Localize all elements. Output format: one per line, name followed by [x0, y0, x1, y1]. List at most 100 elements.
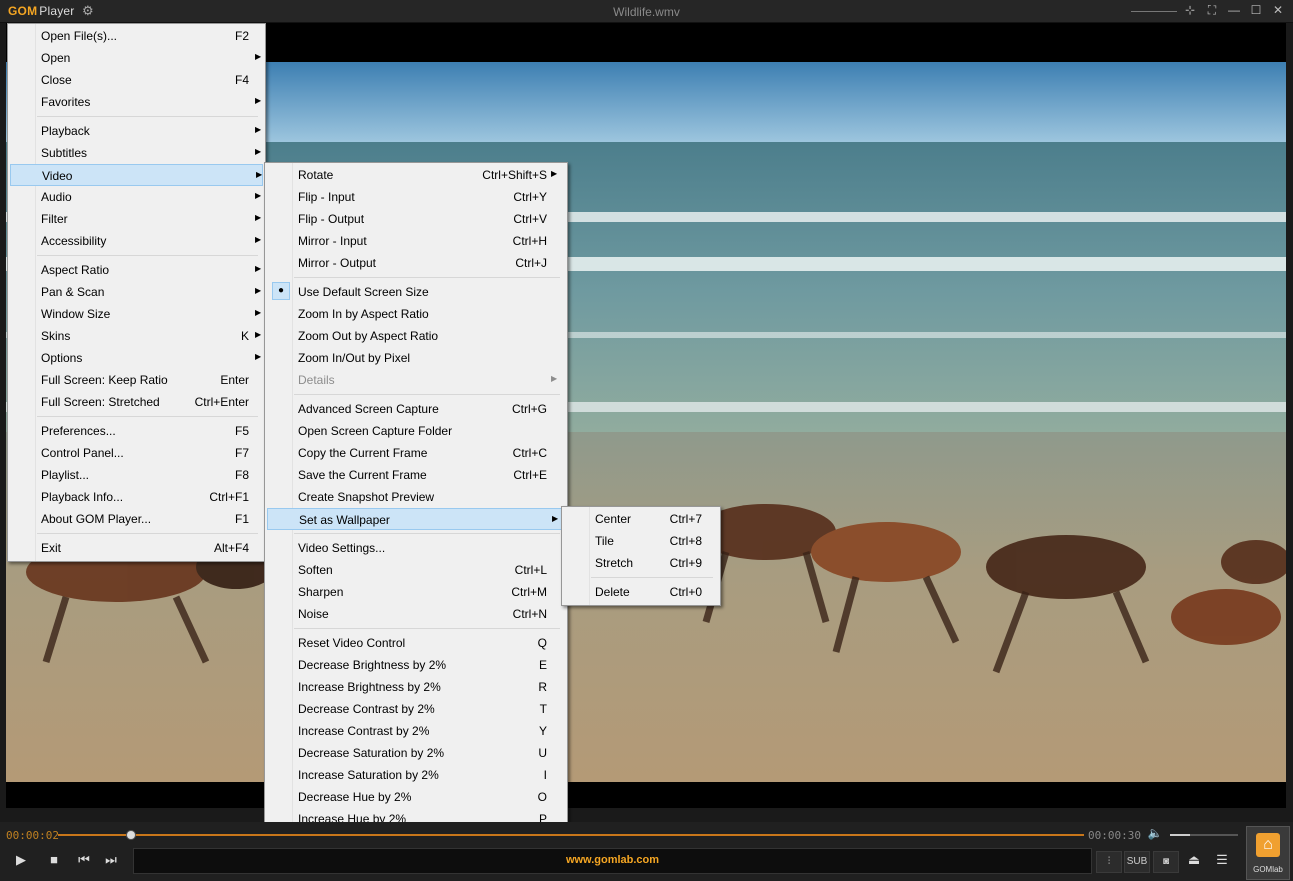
main-menu-item-shortcut: F2 — [234, 29, 249, 43]
video-menu-item-label: Increase Saturation by 2% — [298, 768, 439, 782]
main-menu-item-shortcut: Alt+F4 — [213, 541, 249, 555]
video-menu-item-increase-contrast-by-2[interactable]: Increase Contrast by 2% Y — [267, 720, 565, 742]
control-bar: 00:00:02 00:00:30 🔈 ▶ ■ ⏮ ⏭ www.gomlab.c… — [0, 822, 1293, 881]
main-menu-item-control-panel[interactable]: Control Panel... F7 — [10, 442, 263, 464]
video-menu-item-shortcut: Ctrl+L — [514, 563, 547, 577]
video-menu-item-open-screen-capture-folder[interactable]: Open Screen Capture Folder — [267, 420, 565, 442]
main-menu-item-playlist[interactable]: Playlist... F8 — [10, 464, 263, 486]
main-menu-item-label: Video — [42, 169, 73, 183]
main-menu-item-window-size[interactable]: Window Size ▶ — [10, 303, 263, 325]
chevron-right-icon: ▶ — [551, 374, 558, 383]
menu-icon[interactable]: ☰ — [1212, 852, 1232, 868]
video-menu-item-use-default-screen-size[interactable]: ● Use Default Screen Size — [267, 281, 565, 303]
main-menu-item-open[interactable]: Open ▶ — [10, 47, 263, 69]
seek-handle[interactable] — [126, 830, 136, 840]
video-menu-item-mirror-output[interactable]: Mirror - Output Ctrl+J — [267, 252, 565, 274]
opacity-slider[interactable] — [1131, 11, 1177, 12]
video-menu-item-rotate[interactable]: Rotate Ctrl+Shift+S ▶ — [267, 164, 565, 186]
main-menu-item-audio[interactable]: Audio ▶ — [10, 186, 263, 208]
menu-separator — [294, 533, 560, 534]
main-menu-item-subtitles[interactable]: Subtitles ▶ — [10, 142, 263, 164]
video-menu-item-sharpen[interactable]: Sharpen Ctrl+M — [267, 581, 565, 603]
equalizer-icon[interactable]: ⫶ — [1096, 851, 1122, 873]
main-menu-item-shortcut: F8 — [234, 468, 249, 482]
video-menu-item-video-settings[interactable]: Video Settings... — [267, 537, 565, 559]
camera-icon[interactable]: ◙ — [1153, 851, 1179, 873]
main-menu-item-playback-info[interactable]: Playback Info... Ctrl+F1 — [10, 486, 263, 508]
gomlab-button[interactable]: ⌂ GOMlab — [1246, 826, 1290, 880]
video-menu-item-advanced-screen-capture[interactable]: Advanced Screen Capture Ctrl+G — [267, 398, 565, 420]
main-menu-item-shortcut: F1 — [234, 512, 249, 526]
menu-separator — [591, 577, 713, 578]
main-menu-item-pan-scan[interactable]: Pan & Scan ▶ — [10, 281, 263, 303]
menu-separator — [37, 255, 258, 256]
stop-button[interactable]: ■ — [44, 852, 64, 867]
video-menu-item-set-as-wallpaper[interactable]: Set as Wallpaper ▶ — [267, 508, 565, 530]
video-menu-item-decrease-hue-by-2[interactable]: Decrease Hue by 2% O — [267, 786, 565, 808]
video-menu-item-soften[interactable]: Soften Ctrl+L — [267, 559, 565, 581]
main-menu-item-full-screen-keep-ratio[interactable]: Full Screen: Keep Ratio Enter — [10, 369, 263, 391]
mini-mode-icon[interactable]: ⛶ — [1205, 3, 1219, 18]
main-menu-item-open-file-s[interactable]: Open File(s)... F2 — [10, 25, 263, 47]
pin-icon[interactable]: ⊹ — [1183, 3, 1197, 18]
video-menu-item-copy-the-current-frame[interactable]: Copy the Current Frame Ctrl+C — [267, 442, 565, 464]
video-menu-item-shortcut: Ctrl+N — [512, 607, 547, 621]
close-button[interactable]: ✕ — [1271, 3, 1285, 18]
play-button[interactable]: ▶ — [11, 852, 31, 868]
video-menu-item-zoom-in-by-aspect-ratio[interactable]: Zoom In by Aspect Ratio — [267, 303, 565, 325]
video-menu-item-save-the-current-frame[interactable]: Save the Current Frame Ctrl+E — [267, 464, 565, 486]
main-menu-item-about-gom-player[interactable]: About GOM Player... F1 — [10, 508, 263, 530]
wallpaper-menu-item-delete[interactable]: Delete Ctrl+0 — [564, 581, 718, 603]
wallpaper-menu-item-stretch[interactable]: Stretch Ctrl+9 — [564, 552, 718, 574]
main-menu-item-options[interactable]: Options ▶ — [10, 347, 263, 369]
video-menu-item-reset-video-control[interactable]: Reset Video Control Q — [267, 632, 565, 654]
main-menu-item-shortcut: F5 — [234, 424, 249, 438]
main-menu-item-aspect-ratio[interactable]: Aspect Ratio ▶ — [10, 259, 263, 281]
next-button[interactable]: ⏭ — [101, 852, 121, 868]
video-menu-item-decrease-contrast-by-2[interactable]: Decrease Contrast by 2% T — [267, 698, 565, 720]
video-menu-item-mirror-input[interactable]: Mirror - Input Ctrl+H — [267, 230, 565, 252]
video-menu-item-zoom-in-out-by-pixel[interactable]: Zoom In/Out by Pixel — [267, 347, 565, 369]
video-menu-item-create-snapshot-preview[interactable]: Create Snapshot Preview — [267, 486, 565, 508]
main-menu-item-exit[interactable]: Exit Alt+F4 — [10, 537, 263, 559]
video-menu-item-label: Mirror - Output — [298, 256, 377, 270]
gomlab-link[interactable]: www.gomlab.com — [133, 848, 1092, 874]
main-menu-item-favorites[interactable]: Favorites ▶ — [10, 91, 263, 113]
main-menu-item-filter[interactable]: Filter ▶ — [10, 208, 263, 230]
main-menu-item-close[interactable]: Close F4 — [10, 69, 263, 91]
subtitle-button[interactable]: SUB — [1124, 851, 1150, 873]
video-menu-item-label: Zoom In by Aspect Ratio — [298, 307, 429, 321]
video-menu-item-zoom-out-by-aspect-ratio[interactable]: Zoom Out by Aspect Ratio — [267, 325, 565, 347]
maximize-button[interactable]: ☐ — [1249, 3, 1263, 18]
wallpaper-menu-item-tile[interactable]: Tile Ctrl+8 — [564, 530, 718, 552]
eject-icon[interactable]: ⏏ — [1184, 852, 1204, 868]
seek-bar[interactable] — [58, 834, 1084, 836]
video-menu-item-increase-saturation-by-2[interactable]: Increase Saturation by 2% I — [267, 764, 565, 786]
video-menu-item-noise[interactable]: Noise Ctrl+N — [267, 603, 565, 625]
main-menu-item-full-screen-stretched[interactable]: Full Screen: Stretched Ctrl+Enter — [10, 391, 263, 413]
main-menu-item-preferences[interactable]: Preferences... F5 — [10, 420, 263, 442]
main-menu-item-skins[interactable]: Skins K ▶ — [10, 325, 263, 347]
volume-slider[interactable] — [1170, 834, 1238, 836]
check-bullet-icon: ● — [272, 282, 290, 300]
video-menu-item-flip-output[interactable]: Flip - Output Ctrl+V — [267, 208, 565, 230]
previous-button[interactable]: ⏮ — [74, 852, 94, 868]
main-menu-item-accessibility[interactable]: Accessibility ▶ — [10, 230, 263, 252]
minimize-button[interactable]: — — [1227, 3, 1241, 18]
chevron-right-icon: ▶ — [255, 147, 262, 156]
main-menu-item-label: Exit — [41, 541, 62, 555]
video-menu-item-label: Create Snapshot Preview — [298, 490, 435, 504]
video-menu-item-flip-input[interactable]: Flip - Input Ctrl+Y — [267, 186, 565, 208]
main-menu-item-playback[interactable]: Playback ▶ — [10, 120, 263, 142]
video-menu-item-shortcut: Q — [537, 636, 547, 650]
wallpaper-menu-item-label: Tile — [595, 534, 614, 548]
video-menu-item-decrease-brightness-by-2[interactable]: Decrease Brightness by 2% E — [267, 654, 565, 676]
video-menu-item-decrease-saturation-by-2[interactable]: Decrease Saturation by 2% U — [267, 742, 565, 764]
video-menu-item-increase-brightness-by-2[interactable]: Increase Brightness by 2% R — [267, 676, 565, 698]
main-menu-item-video[interactable]: Video ▶ — [10, 164, 263, 186]
speaker-icon[interactable]: 🔈 — [1145, 826, 1165, 840]
menu-separator — [294, 277, 560, 278]
wallpaper-menu-item-center[interactable]: Center Ctrl+7 — [564, 508, 718, 530]
video-menu-item-shortcut: O — [537, 790, 547, 804]
video-menu-item-shortcut: Ctrl+E — [513, 468, 547, 482]
